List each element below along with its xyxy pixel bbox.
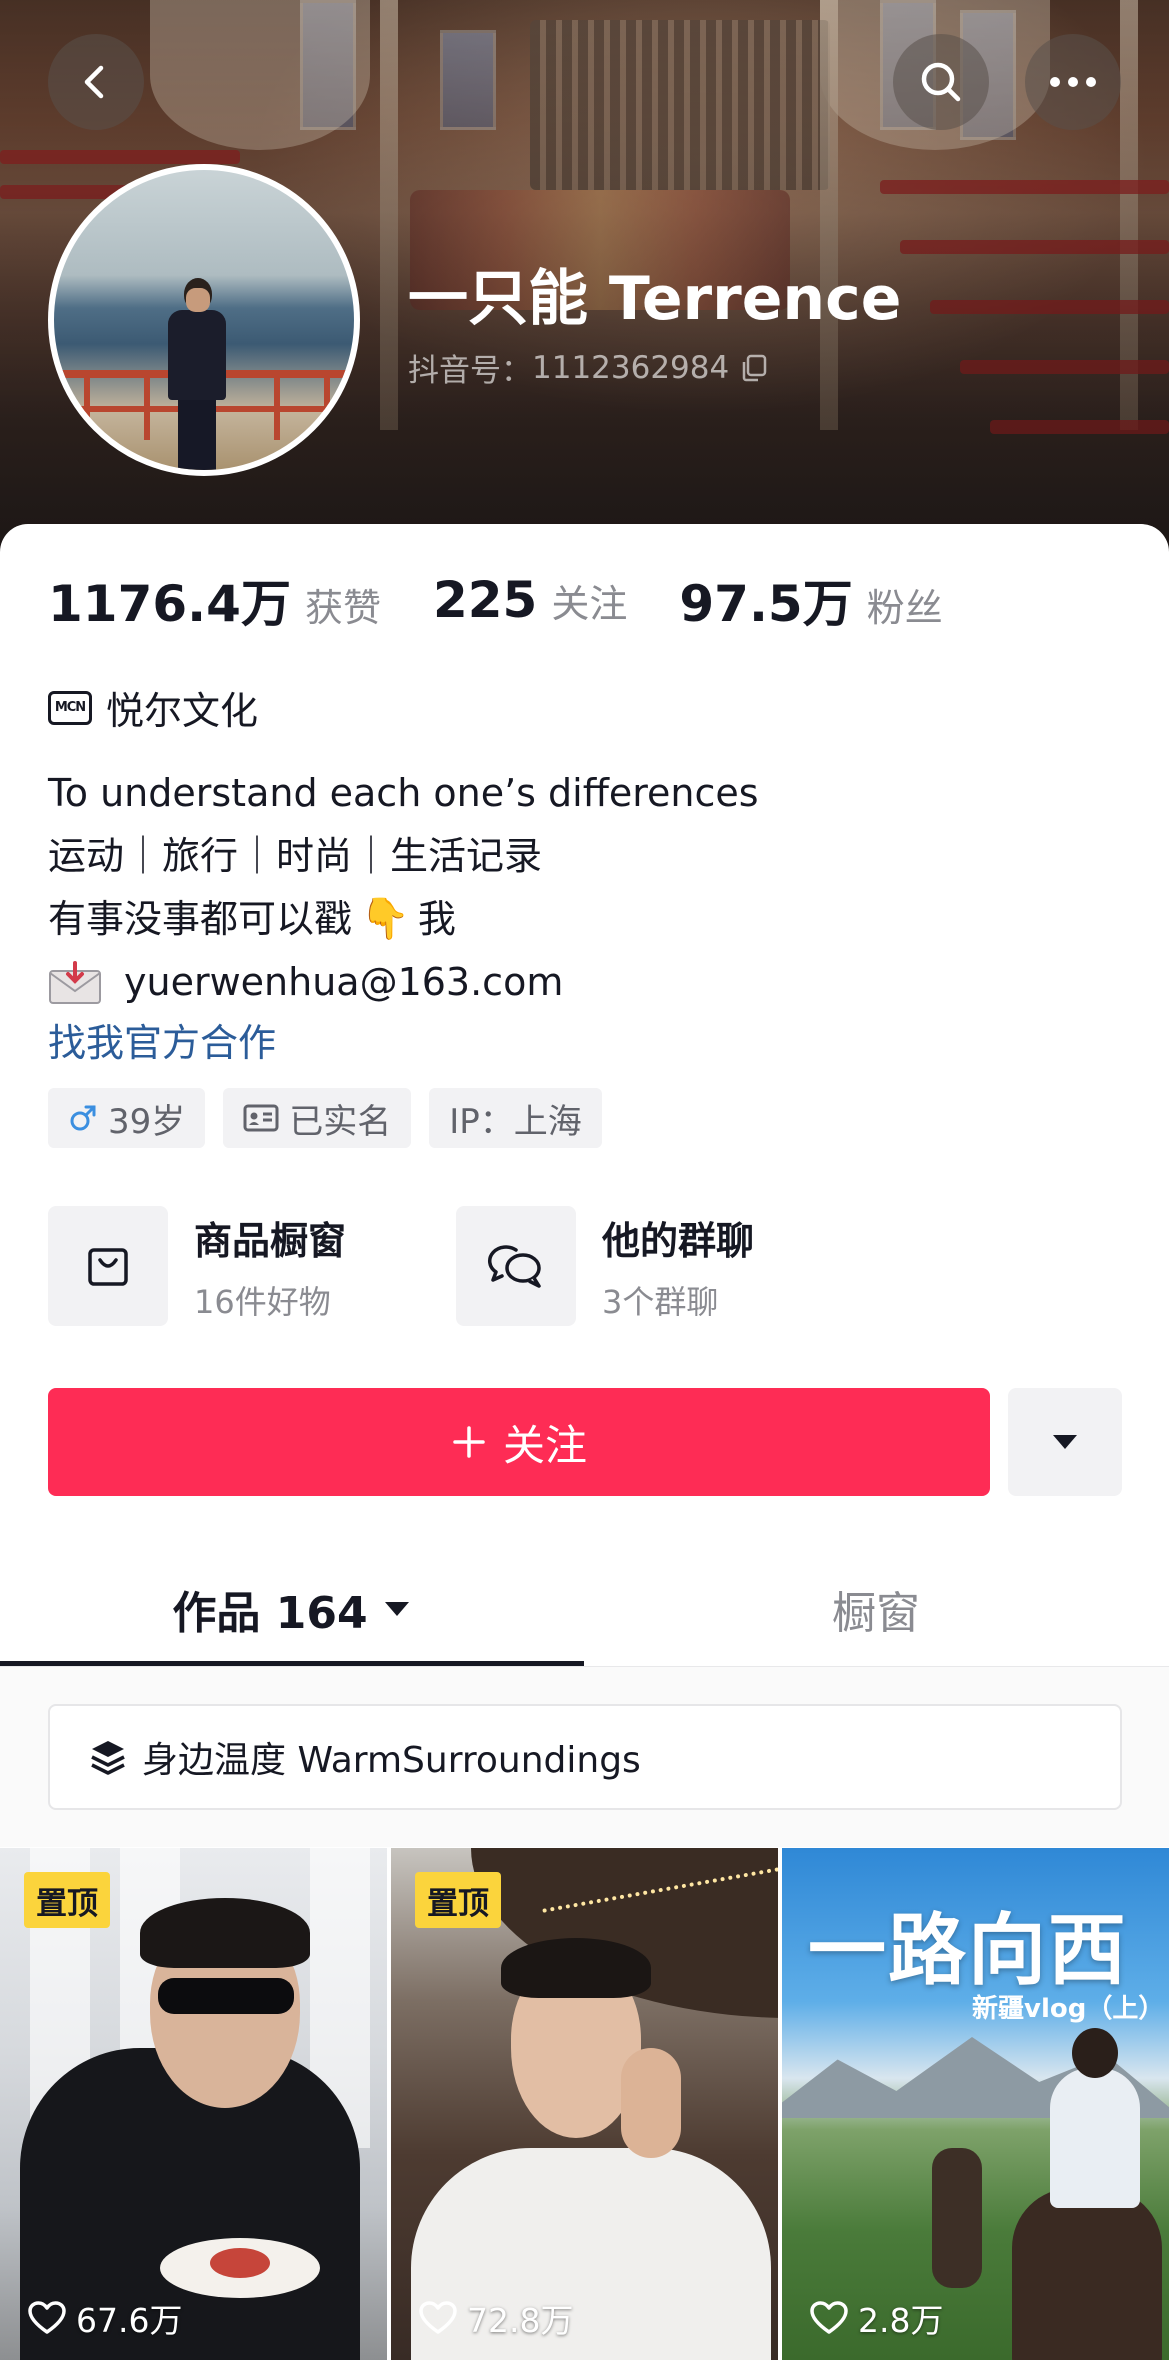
- video-likes: 72.8万: [419, 2294, 573, 2342]
- stat-value: 225: [432, 571, 538, 629]
- stat-label: 获赞: [304, 586, 381, 630]
- heart-icon: [810, 2301, 848, 2334]
- likes-count: 72.8万: [467, 2301, 574, 2340]
- video-overlay-subtitle: 新疆vlog（上）: [972, 1994, 1165, 2024]
- follow-button[interactable]: 关注: [48, 1388, 990, 1496]
- heart-icon: [419, 2301, 457, 2334]
- tab-label: 橱窗: [832, 1588, 920, 1639]
- douyin-id: 抖音号： 1112362984: [408, 345, 769, 390]
- likes-count: 2.8万: [858, 2301, 944, 2340]
- tag-text: 39岁: [108, 1101, 186, 1142]
- stat-value: 1176.4万: [48, 575, 291, 633]
- stat-label: 关注: [551, 582, 628, 626]
- mcn-badge: MCN: [48, 690, 92, 725]
- pinned-badge: 置顶: [24, 1872, 110, 1928]
- caret-down-icon: [384, 1602, 409, 1616]
- shopping-bag-icon: [88, 1248, 128, 1286]
- follow-label: 关注: [502, 1420, 587, 1470]
- pointing-down-emoji: 👇: [360, 896, 410, 942]
- search-button[interactable]: [893, 34, 989, 130]
- bio-line: To understand each one’s differences: [48, 771, 759, 815]
- bio-email-line: yuerwenhua@163.com: [48, 951, 1128, 1014]
- bio-line: 运动｜旅行｜时尚｜生活记录: [48, 834, 543, 878]
- feature-title: 商品橱窗: [194, 1218, 347, 1263]
- profile-name: 一只能 Terrence: [408, 264, 902, 334]
- feature-icon-box: [456, 1206, 576, 1326]
- stat-likes[interactable]: 1176.4万 获赞: [48, 564, 381, 636]
- feature-title: 他的群聊: [602, 1218, 755, 1263]
- male-icon: [70, 1105, 96, 1131]
- avatar-person: [162, 278, 232, 470]
- pinned-badge: 置顶: [415, 1872, 501, 1928]
- feature-icon-box: [48, 1206, 168, 1326]
- recommend-toggle-button[interactable]: [1008, 1388, 1122, 1496]
- mcn-name: 悦尔文化: [106, 689, 259, 733]
- tab-works[interactable]: 作品 164: [0, 1550, 584, 1668]
- id-card-icon: [243, 1104, 279, 1132]
- bio-line: 有事没事都可以戳 👇 我: [48, 888, 1128, 951]
- heart-icon: [28, 2301, 66, 2334]
- group-chat-icon: [488, 1245, 541, 1288]
- tag-verified: 已实名: [223, 1088, 412, 1148]
- more-button[interactable]: [1025, 34, 1121, 130]
- tag-age: 39岁: [48, 1088, 206, 1148]
- shop-window-entry[interactable]: 商品橱窗 16件好物: [48, 1206, 456, 1326]
- tags-row: 39岁 已实名 IP：上海: [48, 1088, 602, 1148]
- video-likes: 67.6万: [28, 2294, 182, 2342]
- stat-followers[interactable]: 97.5万 粉丝: [679, 564, 942, 636]
- plus-icon: [453, 1426, 485, 1458]
- feature-subtitle: 16件好物: [194, 1282, 331, 1321]
- back-button[interactable]: [48, 34, 144, 130]
- features-row: 商品橱窗 16件好物 他的群聊 3个群聊: [48, 1206, 864, 1326]
- bio-text: 有事没事都可以戳: [48, 897, 353, 941]
- layers-icon: [91, 1741, 125, 1775]
- video-tile[interactable]: 置顶 72.8万: [391, 1848, 778, 2360]
- bio: To understand each one’s differences 运动｜…: [48, 762, 1128, 1014]
- tag-text: 已实名: [289, 1101, 392, 1142]
- caret-down-icon: [1053, 1435, 1077, 1449]
- likes-count: 67.6万: [76, 2301, 183, 2340]
- mail-icon: [49, 960, 101, 1004]
- collection-label: 身边温度 WarmSurroundings: [142, 1740, 641, 1781]
- tab-shop-window[interactable]: 橱窗: [584, 1550, 1168, 1668]
- tab-label: 作品 164: [172, 1588, 368, 1639]
- stat-label: 粉丝: [866, 586, 943, 630]
- feature-subtitle: 3个群聊: [602, 1282, 719, 1321]
- search-icon: [921, 62, 961, 102]
- stat-value: 97.5万: [679, 575, 853, 633]
- douyin-id-value: 1112362984: [532, 349, 730, 386]
- bio-text: 我: [417, 897, 456, 941]
- more-dots-icon: [1050, 77, 1096, 87]
- mcn-row[interactable]: MCN 悦尔文化: [48, 680, 258, 735]
- content-tabs: 作品 164 橱窗: [0, 1550, 1169, 1668]
- video-tile[interactable]: 一路向西 新疆vlog（上） 2.8万: [782, 1848, 1169, 2360]
- stat-following[interactable]: 225 关注: [433, 571, 627, 629]
- avatar[interactable]: [48, 164, 360, 476]
- bio-email: yuerwenhua@163.com: [124, 960, 564, 1004]
- stats-row: 1176.4万 获赞 225 关注 97.5万 粉丝: [48, 570, 995, 633]
- group-chat-entry[interactable]: 他的群聊 3个群聊: [456, 1206, 864, 1326]
- douyin-id-label: 抖音号：: [408, 353, 532, 389]
- tag-ip: IP：上海: [429, 1088, 602, 1148]
- video-overlay-title: 一路向西: [808, 1906, 1129, 1996]
- tag-text: IP：上海: [449, 1101, 582, 1142]
- video-likes: 2.8万: [810, 2294, 943, 2342]
- collection-banner[interactable]: 身边温度 WarmSurroundings: [48, 1704, 1122, 1810]
- chevron-left-icon: [84, 65, 104, 99]
- video-grid: 置顶 67.6万 置顶 72.8万 一路向西 新疆vlog（上） 2.8万: [0, 1848, 1169, 2360]
- copy-icon[interactable]: [739, 353, 769, 383]
- video-tile[interactable]: 置顶 67.6万: [0, 1848, 387, 2360]
- cooperate-link[interactable]: 找我官方合作: [48, 1012, 276, 1067]
